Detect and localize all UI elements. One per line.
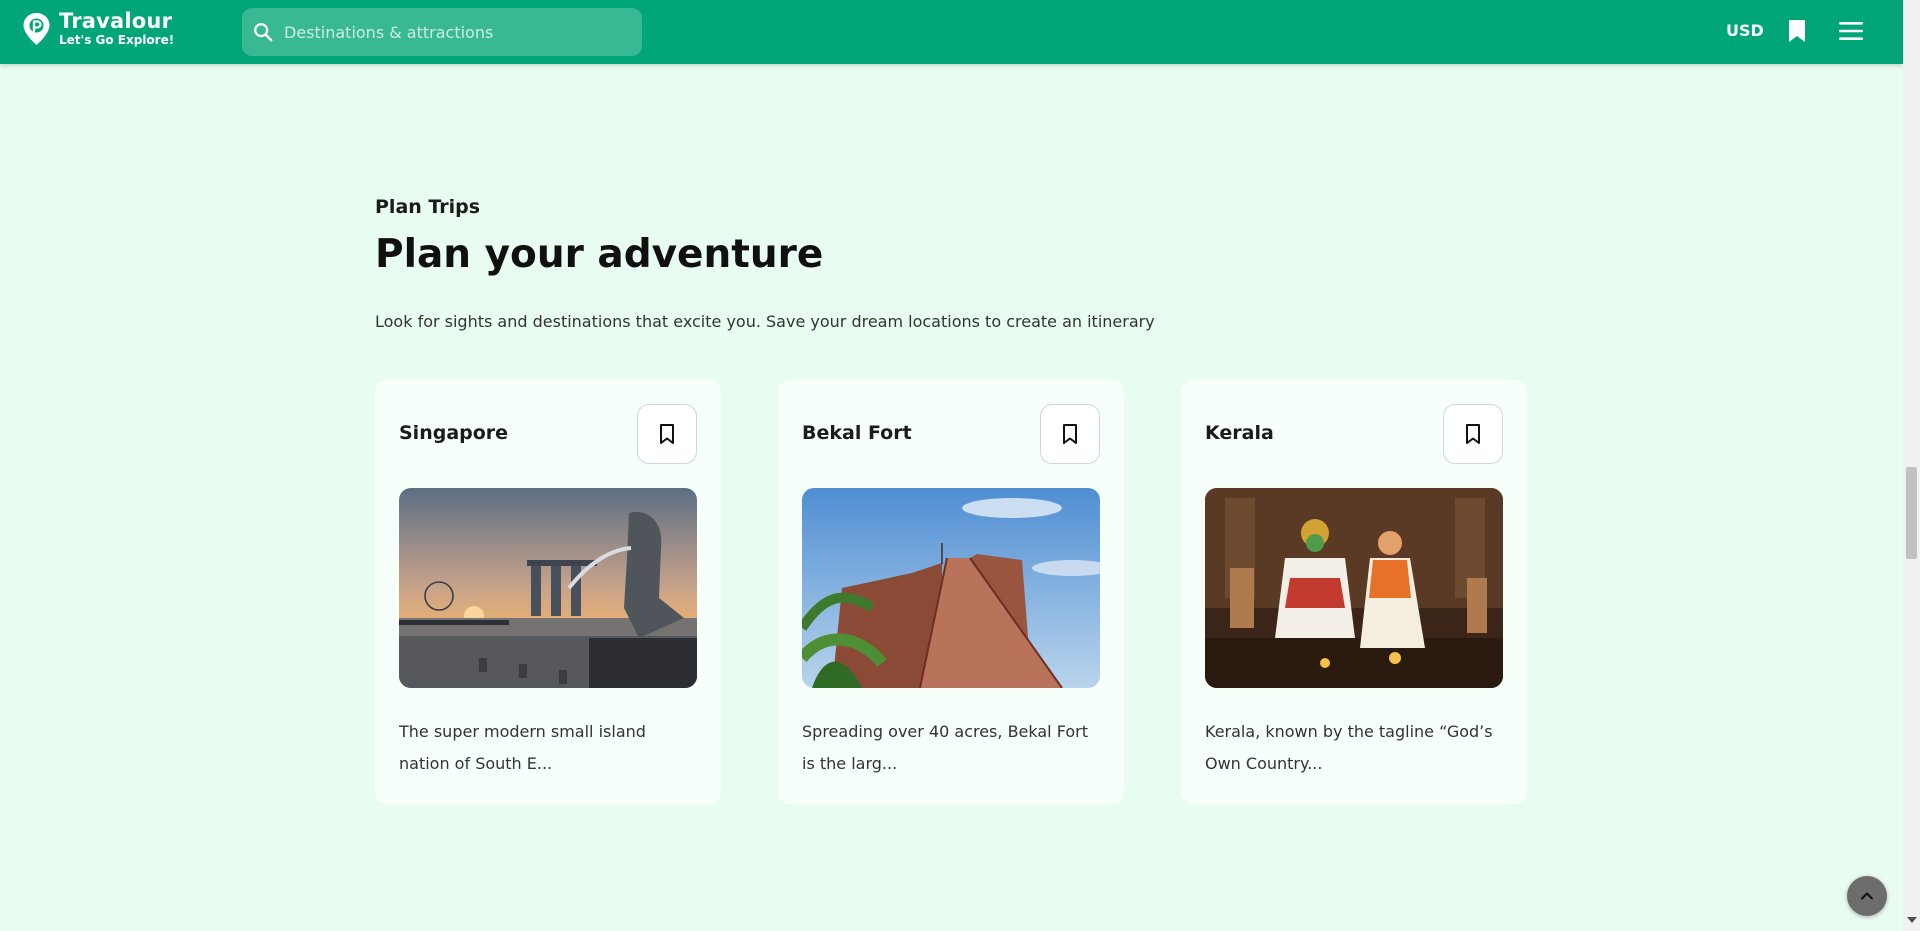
chevron-up-icon <box>1861 892 1873 900</box>
save-bookmark-button[interactable] <box>637 404 697 464</box>
hamburger-menu-icon[interactable] <box>1838 20 1864 42</box>
singapore-photo <box>399 488 697 688</box>
scroll-to-top-button[interactable] <box>1847 876 1887 916</box>
bookmark-outline-icon <box>660 424 674 444</box>
save-bookmark-button[interactable] <box>1443 404 1503 464</box>
destination-card[interactable]: Kerala Kerala, known by the tagline “God… <box>1181 380 1527 804</box>
card-description: The super modern small island nation of … <box>399 722 646 773</box>
brand-name: Travalour <box>59 9 173 33</box>
search-icon <box>254 23 273 42</box>
destination-card[interactable]: Bekal Fort Spreading over 40 acres, Beka… <box>778 380 1124 804</box>
card-description: Kerala, known by the tagline “God’s Own … <box>1205 722 1493 773</box>
section-title: Plan your adventure <box>375 232 824 277</box>
brand-tagline: Let's Go Explore! <box>59 33 175 47</box>
search-input[interactable] <box>284 22 642 42</box>
card-title: Bekal Fort <box>802 422 912 444</box>
top-nav-bar: Travalour Let's Go Explore! USD <box>0 0 1903 64</box>
bookmark-outline-icon <box>1466 424 1480 444</box>
kerala-kathakali-photo <box>1205 488 1503 688</box>
logo-pin-icon <box>23 12 50 45</box>
scrollbar-thumb[interactable] <box>1906 467 1917 559</box>
card-title: Kerala <box>1205 422 1274 444</box>
save-bookmark-button[interactable] <box>1040 404 1100 464</box>
brand-logo[interactable]: Travalour Let's Go Explore! <box>22 11 174 46</box>
card-image[interactable] <box>399 488 697 688</box>
bookmark-outline-icon <box>1063 424 1077 444</box>
card-image[interactable] <box>1205 488 1503 688</box>
currency-selector[interactable]: USD <box>1726 21 1764 40</box>
card-title: Singapore <box>399 422 509 444</box>
card-description: Spreading over 40 acres, Bekal Fort is t… <box>802 722 1088 773</box>
scroll-down-arrow-icon[interactable] <box>1907 917 1917 923</box>
page-scrollbar[interactable] <box>1903 0 1920 931</box>
bookmark-icon[interactable] <box>1786 18 1808 44</box>
bekal-fort-photo <box>802 488 1100 688</box>
section-eyebrow: Plan Trips <box>375 196 481 218</box>
search-bar[interactable] <box>242 8 642 56</box>
section-description: Look for sights and destinations that ex… <box>375 312 1155 331</box>
card-image[interactable] <box>802 488 1100 688</box>
destination-card[interactable]: Singapore The super modern small island … <box>375 380 721 804</box>
